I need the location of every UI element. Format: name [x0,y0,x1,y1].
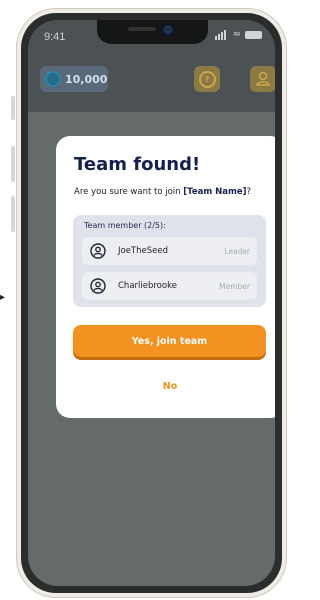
status-time: 9:41 [44,31,66,43]
arrow-indicator-icon: ▸ [0,292,6,303]
dialog-question: Are you sure want to join [Team Name]? [74,187,252,197]
user-icon [256,71,270,86]
help-button[interactable]: ? [194,66,220,92]
coin-icon [45,71,61,87]
coin-amount: 10,000 [65,72,108,86]
list-item: JoeTheSeed Leader [82,237,257,265]
notch [97,20,208,44]
coin-balance[interactable]: 10,000 [40,66,108,92]
team-members-label: Team member (2/5): [84,221,166,230]
list-item: Charliebrooke Member [82,272,257,300]
side-button-1 [11,96,15,120]
battery-icon [245,31,262,39]
side-button-3 [11,196,15,232]
team-name: [Team Name] [183,187,247,197]
join-team-button[interactable]: Yes, join team [73,325,266,357]
app-header: 9:41 ≈ 10,000 ? [28,20,275,112]
help-circle-icon: ? [198,70,216,88]
screen: 9:41 ≈ 10,000 ? Team found! Are you sure… [28,20,275,586]
status-bar: 9:41 ≈ [28,20,275,52]
speaker [128,27,156,31]
cancel-button[interactable]: No [146,377,194,395]
team-members-box: Team member (2/5): JoeTheSeed Leader Cha… [73,215,266,307]
dialog-title: Team found! [74,154,201,175]
profile-button[interactable] [250,66,275,92]
member-name: Charliebrooke [118,281,177,291]
wifi-icon: ≈ [232,29,241,40]
user-circle-icon [90,278,106,294]
signal-icon [214,30,229,40]
member-role: Leader [224,246,250,256]
join-team-dialog: Team found! Are you sure want to join [T… [56,136,275,418]
member-role: Member [219,281,250,291]
phone-bezel: 9:41 ≈ 10,000 ? Team found! Are you sure… [21,13,282,593]
status-icons: ≈ [214,29,262,40]
side-button-2 [11,146,15,182]
user-circle-icon [90,243,106,259]
camera [163,25,173,35]
member-name: JoeTheSeed [118,246,168,256]
